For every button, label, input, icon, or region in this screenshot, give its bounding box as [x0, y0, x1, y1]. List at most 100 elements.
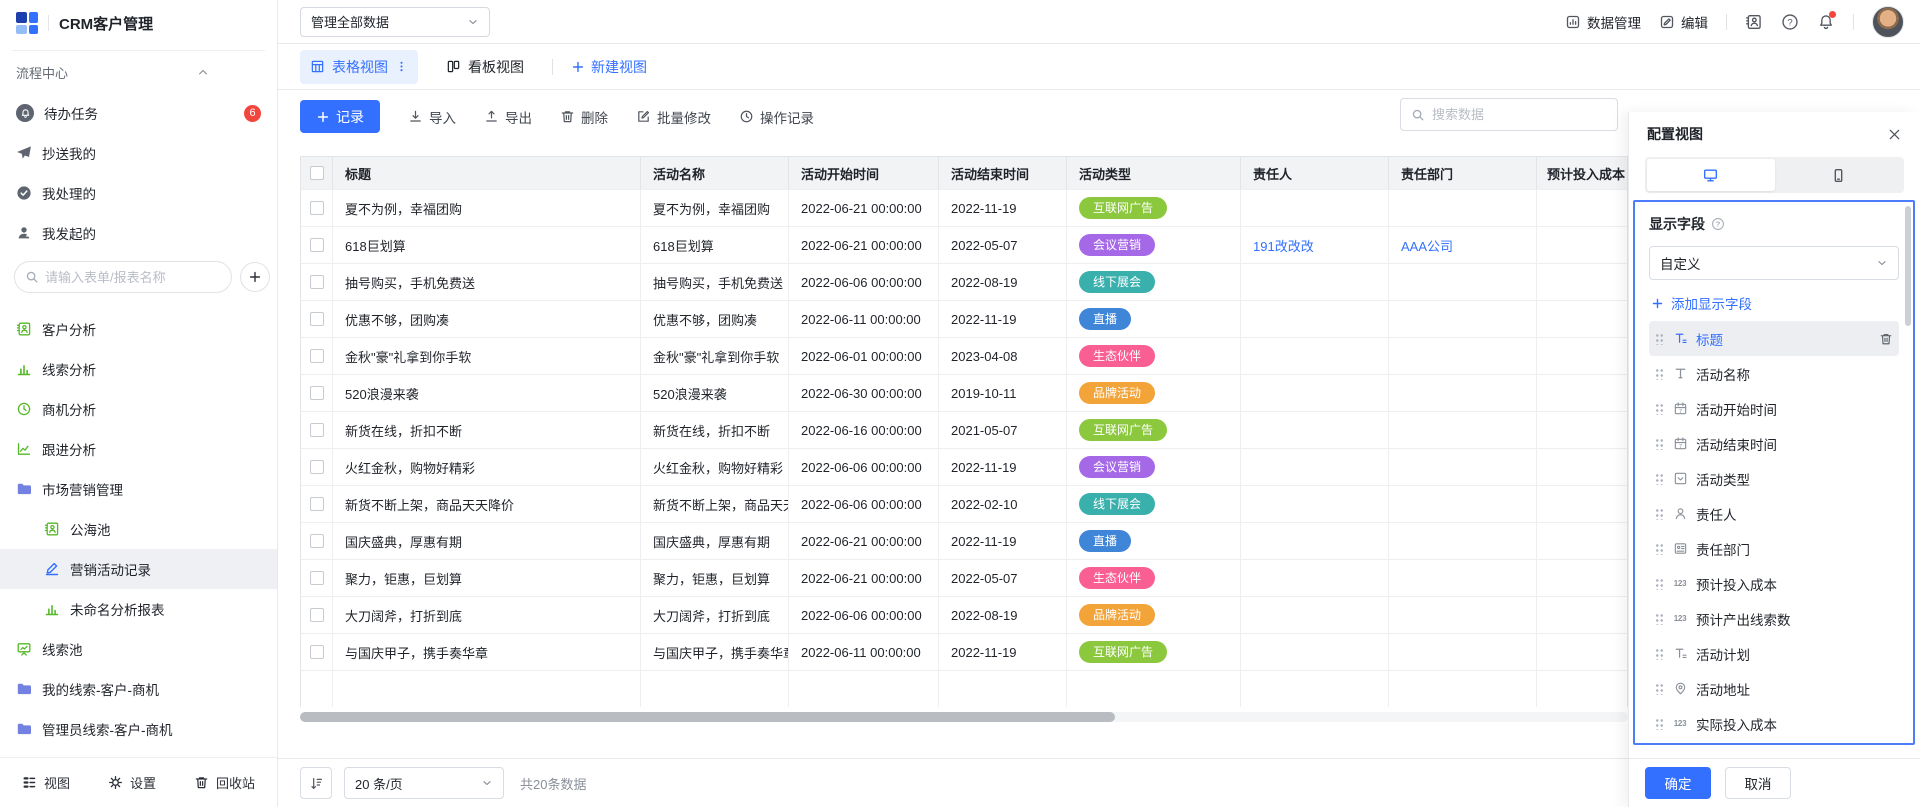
field-item-activity-name[interactable]: 活动名称	[1649, 356, 1899, 391]
table-search-input[interactable]	[1432, 107, 1607, 122]
table-row[interactable]: 国庆盛典，厚惠有期 国庆盛典，厚惠有期 2022-06-21 00:00:00 …	[301, 522, 1627, 559]
import-button[interactable]: 导入	[408, 107, 456, 127]
drag-handle-icon[interactable]	[1655, 577, 1664, 590]
row-density-button[interactable]	[300, 767, 332, 799]
sidebar-item-lead-pool[interactable]: 线索池	[0, 629, 277, 669]
row-checkbox[interactable]	[310, 238, 324, 252]
cell-owner-link[interactable]	[1241, 634, 1389, 670]
column-header-dept[interactable]: 责任部门	[1389, 157, 1537, 189]
export-button[interactable]: 导出	[484, 107, 532, 127]
cell-dept-link[interactable]	[1389, 560, 1537, 596]
cell-dept-link[interactable]	[1389, 338, 1537, 374]
add-form-button[interactable]	[240, 262, 270, 292]
table-row[interactable]: 618巨划算 618巨划算 2022-06-21 00:00:00 2022-0…	[301, 226, 1627, 263]
cell-title[interactable]: 520浪漫来袭	[333, 375, 641, 411]
sidebar-item-unnamed-report[interactable]: 未命名分析报表	[0, 589, 277, 629]
add-record-button[interactable]: 记录	[300, 100, 380, 133]
sidebar-item-public-pool[interactable]: 公海池	[0, 509, 277, 549]
mobile-mode-button[interactable]	[1775, 159, 1903, 191]
batch-edit-button[interactable]: 批量修改	[636, 107, 711, 127]
row-checkbox[interactable]	[310, 645, 324, 659]
row-checkbox[interactable]	[310, 349, 324, 363]
sidebar-item-lead-analysis[interactable]: 线索分析	[0, 349, 277, 389]
cell-title[interactable]: 夏不为例，幸福团购	[333, 190, 641, 226]
edit-button[interactable]: 编辑	[1659, 12, 1708, 32]
drag-handle-icon[interactable]	[1655, 472, 1664, 485]
form-search-field[interactable]	[14, 261, 232, 293]
sidebar-item-handled-by-me[interactable]: 我处理的	[0, 173, 277, 213]
cell-owner-link[interactable]	[1241, 412, 1389, 448]
new-view-button[interactable]: 新建视图	[571, 57, 647, 77]
cell-dept-link[interactable]	[1389, 486, 1537, 522]
field-item-activity-address[interactable]: 活动地址	[1649, 671, 1899, 706]
data-scope-select[interactable]: 管理全部数据	[300, 7, 490, 37]
cell-title[interactable]: 大刀阔斧，打折到底	[333, 597, 641, 633]
sidebar-item-customer-analysis[interactable]: 客户分析	[0, 309, 277, 349]
drag-handle-icon[interactable]	[1655, 682, 1664, 695]
cell-title[interactable]: 新货在线，折扣不断	[333, 412, 641, 448]
row-checkbox[interactable]	[310, 460, 324, 474]
help-button[interactable]: ?	[1781, 13, 1799, 31]
column-header-owner[interactable]: 责任人	[1241, 157, 1389, 189]
column-header-activity-name[interactable]: 活动名称	[641, 157, 789, 189]
field-mode-select[interactable]: 自定义	[1649, 246, 1899, 280]
field-item-title[interactable]: 标题	[1649, 321, 1899, 356]
table-row[interactable]: 优惠不够，团购凑 优惠不够，团购凑 2022-06-11 00:00:00 20…	[301, 300, 1627, 337]
cell-owner-link[interactable]	[1241, 338, 1389, 374]
sidebar-item-opportunity-analysis[interactable]: 商机分析	[0, 389, 277, 429]
sidebar-item-initiated-by-me[interactable]: 我发起的	[0, 213, 277, 253]
select-all-checkbox[interactable]	[310, 166, 324, 180]
footer-settings-button[interactable]: 设置	[108, 773, 156, 792]
cell-dept-link[interactable]	[1389, 634, 1537, 670]
page-size-select[interactable]: 20 条/页	[344, 767, 504, 799]
drag-handle-icon[interactable]	[1655, 542, 1664, 555]
table-row[interactable]: 新货在线，折扣不断 新货在线，折扣不断 2022-06-16 00:00:00 …	[301, 411, 1627, 448]
field-item-expected-leads[interactable]: 123 预计产出线索数	[1649, 601, 1899, 636]
cell-title[interactable]: 抽号购买，手机免费送	[333, 264, 641, 300]
cell-owner-link[interactable]	[1241, 301, 1389, 337]
tab-more-icon[interactable]	[395, 60, 408, 73]
tab-table-view[interactable]: 表格视图	[300, 50, 418, 84]
row-checkbox[interactable]	[310, 275, 324, 289]
cell-owner-link[interactable]	[1241, 597, 1389, 633]
row-checkbox[interactable]	[310, 312, 324, 326]
row-checkbox[interactable]	[310, 608, 324, 622]
footer-view-button[interactable]: 视图	[22, 773, 70, 792]
field-item-start-time[interactable]: 7 活动开始时间	[1649, 391, 1899, 426]
tab-board-view[interactable]: 看板视图	[436, 50, 534, 84]
drag-handle-icon[interactable]	[1655, 507, 1664, 520]
table-row[interactable]: 夏不为例，幸福团购 夏不为例，幸福团购 2022-06-21 00:00:00 …	[301, 189, 1627, 226]
cell-owner-link[interactable]	[1241, 264, 1389, 300]
column-header-start-time[interactable]: 活动开始时间	[789, 157, 939, 189]
cell-owner-link[interactable]	[1241, 560, 1389, 596]
operation-log-button[interactable]: 操作记录	[739, 107, 814, 127]
close-icon[interactable]	[1887, 127, 1902, 142]
sidebar-item-marketing-activity-records[interactable]: 营销活动记录	[0, 549, 277, 589]
drag-handle-icon[interactable]	[1655, 647, 1664, 660]
sidebar-item-todo-tasks[interactable]: 待办任务 6	[0, 93, 277, 133]
field-item-owner[interactable]: 责任人	[1649, 496, 1899, 531]
desktop-mode-button[interactable]	[1647, 159, 1775, 191]
table-row[interactable]: 520浪漫来袭 520浪漫来袭 2022-06-30 00:00:00 2019…	[301, 374, 1627, 411]
drag-handle-icon[interactable]	[1655, 332, 1664, 345]
app-logo-icon[interactable]	[16, 12, 38, 34]
table-search-field[interactable]	[1400, 98, 1618, 131]
cell-title[interactable]: 优惠不够，团购凑	[333, 301, 641, 337]
cell-owner-link[interactable]	[1241, 449, 1389, 485]
horizontal-scrollbar-thumb[interactable]	[300, 712, 1115, 722]
notifications-button[interactable]	[1817, 13, 1835, 31]
row-checkbox[interactable]	[310, 534, 324, 548]
column-header-title[interactable]: 标题	[333, 157, 641, 189]
field-item-actual-cost[interactable]: 123 实际投入成本	[1649, 706, 1899, 741]
drag-handle-icon[interactable]	[1655, 367, 1664, 380]
cancel-button[interactable]: 取消	[1725, 767, 1791, 799]
data-manage-button[interactable]: 数据管理	[1565, 12, 1641, 32]
sidebar-item-cc-to-me[interactable]: 抄送我的	[0, 133, 277, 173]
row-checkbox[interactable]	[310, 497, 324, 511]
user-avatar[interactable]	[1872, 6, 1904, 38]
sidebar-section-process-center[interactable]: 流程中心	[0, 51, 277, 93]
cell-dept-link[interactable]	[1389, 449, 1537, 485]
form-search-input[interactable]	[45, 270, 221, 285]
table-row[interactable]: 聚力，钜惠，巨划算 聚力，钜惠，巨划算 2022-06-21 00:00:00 …	[301, 559, 1627, 596]
sidebar-item-admin-leads[interactable]: 管理员线索-客户-商机	[0, 709, 277, 749]
